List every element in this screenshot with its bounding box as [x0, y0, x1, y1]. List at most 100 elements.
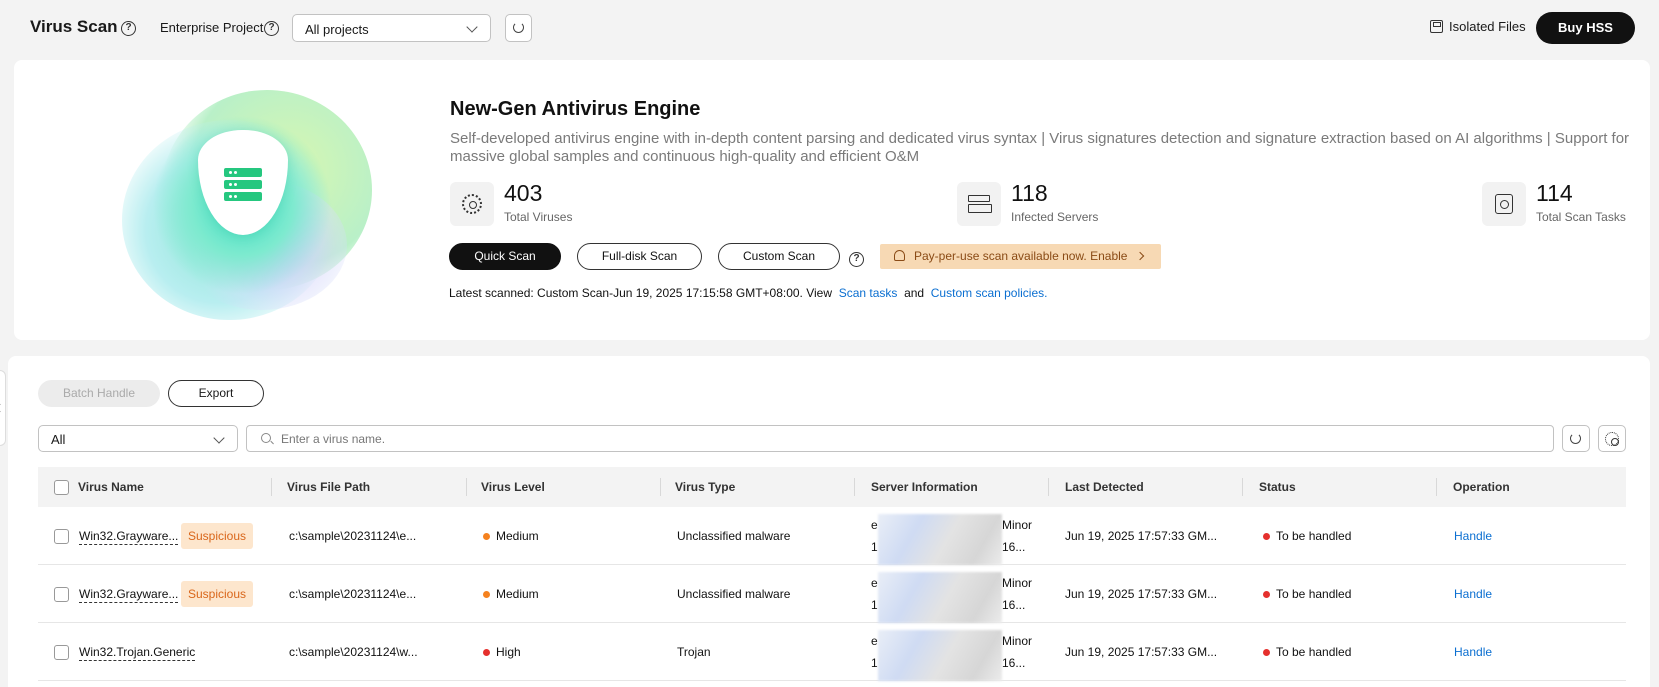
server-severity: Minor [1002, 576, 1033, 590]
stat-value: 403 [504, 180, 543, 206]
suspicious-badge: Suspicious [181, 581, 254, 607]
table-row[interactable]: Win32.Trojan.Generic c:\sample\20231124\… [38, 623, 1626, 681]
custom-scan-button[interactable]: Custom Scan [718, 243, 840, 270]
server-icon [957, 182, 1001, 226]
last-detected: Jun 19, 2025 17:57:33 GM... [1065, 645, 1218, 659]
column-header: Virus Type [675, 480, 736, 494]
table-row[interactable]: Win32.Grayware... Suspicious c:\sample\2… [38, 507, 1626, 565]
server-name-link[interactable]: e [871, 518, 878, 532]
period-text: . [1044, 286, 1048, 300]
virus-name-link[interactable]: Win32.Grayware... [79, 529, 179, 545]
virus-level: Medium [483, 587, 539, 601]
status-filter-value: All [51, 432, 66, 447]
redacted-server-info [878, 514, 1002, 565]
virus-search-box[interactable] [246, 425, 1554, 452]
engine-title: New-Gen Antivirus Engine [450, 98, 701, 120]
virus-type: Unclassified malware [677, 529, 791, 543]
bell-icon [894, 250, 905, 261]
refresh-icon [1570, 432, 1581, 444]
status-dot [1263, 591, 1270, 598]
scan-tasks-link[interactable]: Scan tasks [839, 286, 898, 300]
isolated-files-label: Isolated Files [1449, 19, 1526, 34]
help-icon[interactable]: ? [849, 252, 864, 267]
column-header: Status [1259, 480, 1296, 494]
column-header: Virus Level [481, 480, 545, 494]
buy-hss-button[interactable]: Buy HSS [1536, 12, 1635, 44]
column-header: Server Information [871, 480, 978, 494]
redacted-server-info [878, 630, 1002, 681]
status-text: To be handled [1276, 529, 1352, 543]
server-ip-text: 1 [871, 656, 878, 670]
select-all-checkbox[interactable] [54, 480, 69, 495]
server-ip-suffix: 16... [1002, 540, 1026, 554]
refresh-icon [512, 22, 524, 33]
promo-text: Pay-per-use scan available now. Enable [914, 249, 1128, 263]
status: To be handled [1263, 587, 1351, 601]
handle-link[interactable]: Handle [1454, 587, 1492, 601]
handle-link[interactable]: Handle [1454, 645, 1492, 659]
column-divider [854, 478, 855, 496]
row-checkbox[interactable] [54, 529, 69, 544]
column-divider [1242, 478, 1243, 496]
gear-icon [1605, 432, 1619, 446]
quick-scan-button[interactable]: Quick Scan [449, 243, 561, 270]
chevron-right-icon [1135, 251, 1145, 261]
stat-label: Total Viruses [504, 210, 573, 224]
virus-search-input[interactable] [281, 426, 1541, 451]
top-bar: Virus Scan ? Enterprise Project ? All pr… [0, 0, 1659, 56]
column-divider [660, 478, 661, 496]
last-detected: Jun 19, 2025 17:57:33 GM... [1065, 587, 1218, 601]
chevron-down-icon [213, 432, 225, 444]
row-checkbox[interactable] [54, 645, 69, 660]
export-button[interactable]: Export [168, 380, 264, 407]
server-bar-icon [224, 180, 262, 189]
virus-level-text: Medium [496, 529, 539, 543]
table-settings-button[interactable] [1598, 425, 1626, 452]
project-select-value: All projects [305, 22, 369, 37]
enterprise-project-label: Enterprise Project [160, 20, 264, 35]
server-name-link[interactable]: e [871, 576, 878, 590]
virus-gear-icon [450, 182, 494, 226]
server-name-link[interactable]: e [871, 634, 878, 648]
column-header: Operation [1453, 480, 1510, 494]
latest-scan-text: Latest scanned: Custom Scan-Jun 19, 2025… [449, 286, 833, 300]
chevron-down-icon [466, 21, 478, 33]
help-icon[interactable]: ? [121, 21, 136, 36]
virus-type: Unclassified malware [677, 587, 791, 601]
status-text: To be handled [1276, 645, 1352, 659]
handle-link[interactable]: Handle [1454, 529, 1492, 543]
server-ip-text: 1 [871, 540, 878, 554]
batch-handle-button[interactable]: Batch Handle [38, 380, 160, 407]
isolated-files-link[interactable]: Isolated Files [1430, 19, 1526, 34]
virus-name-link[interactable]: Win32.Grayware... [79, 587, 179, 603]
server-ip-suffix: 16... [1002, 598, 1026, 612]
custom-scan-policies-link[interactable]: Custom scan policies [931, 286, 1044, 300]
last-detected: Jun 19, 2025 17:57:33 GM... [1065, 529, 1218, 543]
column-divider [271, 478, 272, 496]
search-icon [261, 433, 271, 443]
help-icon[interactable]: ? [264, 21, 279, 36]
row-checkbox[interactable] [54, 587, 69, 602]
page-title: Virus Scan [30, 17, 118, 36]
column-header: Virus Name [78, 480, 144, 494]
virus-level-text: Medium [496, 587, 539, 601]
collapse-handle[interactable] [0, 370, 6, 446]
column-header: Virus File Path [287, 480, 371, 494]
refresh-button[interactable] [505, 14, 532, 42]
pay-per-use-banner[interactable]: Pay-per-use scan available now. Enable [880, 244, 1161, 269]
server-bar-icon [224, 168, 262, 177]
virus-file-path: c:\sample\20231124\e... [289, 587, 417, 601]
status: To be handled [1263, 529, 1351, 543]
status: To be handled [1263, 645, 1351, 659]
full-disk-scan-button[interactable]: Full-disk Scan [577, 243, 702, 270]
status-filter-select[interactable]: All [38, 425, 238, 452]
server-severity: Minor [1002, 518, 1033, 532]
table-refresh-button[interactable] [1562, 425, 1590, 452]
project-select[interactable]: All projects [292, 14, 491, 42]
virus-name-link[interactable]: Win32.Trojan.Generic [79, 645, 196, 661]
level-dot [483, 591, 490, 598]
table-row[interactable]: Win32.Grayware... Suspicious c:\sample\2… [38, 565, 1626, 623]
stat-value: 118 [1011, 180, 1048, 206]
server-ip-text: 1 [871, 598, 878, 612]
suspicious-badge: Suspicious [181, 523, 254, 549]
